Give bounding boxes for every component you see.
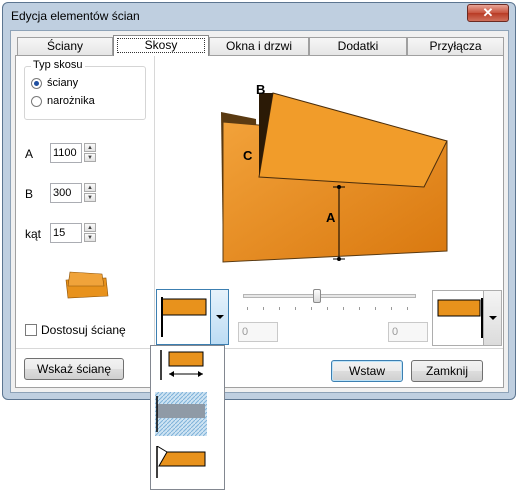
- close-button[interactable]: Zamknij: [411, 360, 483, 382]
- spin-down-icon[interactable]: ▼: [84, 193, 96, 202]
- slider-tick: [407, 307, 408, 310]
- slope-type-group: Typ skosu ściany narożnika: [24, 59, 146, 120]
- slope-style-combo-left[interactable]: [156, 289, 229, 345]
- slider-tick: [343, 307, 344, 310]
- close-window-button[interactable]: ✕: [467, 4, 509, 22]
- horizontal-divider: [16, 348, 503, 349]
- slider-tick: [327, 307, 328, 310]
- vertical-divider: [154, 56, 155, 346]
- slider-tick: [359, 307, 360, 310]
- dialog-window: Edycja elementów ścian ✕ Ściany Skosy Ok…: [2, 2, 516, 400]
- input-b[interactable]: [50, 183, 82, 203]
- input-a[interactable]: [50, 143, 82, 163]
- tab-label: Skosy: [144, 38, 178, 52]
- tab-label: Dodatki: [337, 39, 379, 53]
- slider-tick: [295, 307, 296, 310]
- slider-tick: [279, 307, 280, 310]
- tab-label: Przyłącza: [429, 39, 482, 53]
- label-a: A: [25, 147, 34, 161]
- dropdown-option-hatched[interactable]: [155, 392, 219, 436]
- dialog-body: Ściany Skosy Okna i drzwi Dodatki Przyłą…: [10, 30, 509, 393]
- input-angle[interactable]: [50, 223, 82, 243]
- insert-button[interactable]: Wstaw: [331, 360, 403, 382]
- tab-okna-i-drzwi[interactable]: Okna i drzwi: [209, 37, 309, 55]
- tab-sciany[interactable]: Ściany: [17, 37, 113, 55]
- slider-tick: [391, 307, 392, 310]
- spin-down-icon[interactable]: ▼: [84, 233, 96, 242]
- radio-label: ściany: [47, 77, 79, 89]
- window-title: Edycja elementów ścian: [11, 9, 140, 23]
- slider-tick: [311, 307, 312, 310]
- spin-up-icon[interactable]: ▲: [84, 183, 96, 192]
- offset-left-input[interactable]: 0: [238, 322, 278, 342]
- slope-type-label: Typ skosu: [31, 59, 85, 71]
- radio-naroznika[interactable]: narożnika: [31, 95, 141, 109]
- orange-bar-end-icon: [436, 294, 484, 342]
- slope-preview-diagram: [221, 92, 448, 263]
- tab-dodatki[interactable]: Dodatki: [309, 37, 407, 55]
- chevron-down-icon[interactable]: [483, 291, 501, 345]
- preview-label-c: C: [243, 148, 253, 163]
- spinner-b: ▲ ▼: [50, 183, 100, 203]
- spinner-angle: ▲ ▼: [50, 223, 100, 243]
- tab-panel-skosy: Typ skosu ściany narożnika A ▲ ▼ B ▲: [15, 55, 504, 388]
- title-bar: Edycja elementów ścian ✕: [3, 3, 515, 29]
- spin-up-icon[interactable]: ▲: [84, 223, 96, 232]
- spin-down-icon[interactable]: ▼: [84, 153, 96, 162]
- radio-label: narożnika: [47, 95, 95, 107]
- close-icon: ✕: [482, 5, 494, 20]
- slider-tick: [247, 307, 248, 310]
- label-b: B: [25, 187, 34, 201]
- checkbox-box: [25, 324, 37, 336]
- slope-style-dropdown-list: [150, 345, 225, 490]
- wall-thumbnail-icon: [65, 271, 109, 299]
- radio-dot: [31, 78, 42, 89]
- tab-label: Ściany: [46, 39, 84, 53]
- slider-thumb[interactable]: [313, 289, 321, 303]
- slider-track[interactable]: [243, 294, 416, 298]
- chevron-down-icon[interactable]: [210, 290, 228, 344]
- show-wall-button[interactable]: Wskaż ścianę: [24, 358, 124, 380]
- spin-up-icon[interactable]: ▲: [84, 143, 96, 152]
- radio-dot: [31, 96, 42, 107]
- tab-skosy[interactable]: Skosy: [113, 35, 209, 56]
- fit-wall-label: Dostosuj ścianę: [41, 323, 126, 337]
- slider-tick: [375, 307, 376, 310]
- dropdown-option-dimension[interactable]: [155, 350, 219, 384]
- slider-tick: [263, 307, 264, 310]
- tab-strip: Ściany Skosy Okna i drzwi Dodatki Przyłą…: [15, 35, 504, 56]
- beveled-bar-icon: [156, 445, 206, 478]
- label-angle: kąt: [25, 227, 42, 241]
- tab-label: Okna i drzwi: [225, 39, 293, 53]
- spinner-a: ▲ ▼: [50, 143, 100, 163]
- preview-label-b: B: [256, 82, 266, 97]
- dimension-bar-icon: [160, 350, 204, 380]
- tab-przylacza[interactable]: Przyłącza: [407, 37, 504, 55]
- offset-right-input[interactable]: 0: [388, 322, 428, 342]
- radio-sciany[interactable]: ściany: [31, 77, 141, 91]
- orange-bar-icon: [160, 293, 208, 341]
- slope-style-combo-right[interactable]: [432, 290, 502, 346]
- dropdown-option-beveled[interactable]: [155, 445, 219, 480]
- preview-label-a: A: [326, 210, 336, 225]
- hatched-bar-icon: [155, 392, 207, 436]
